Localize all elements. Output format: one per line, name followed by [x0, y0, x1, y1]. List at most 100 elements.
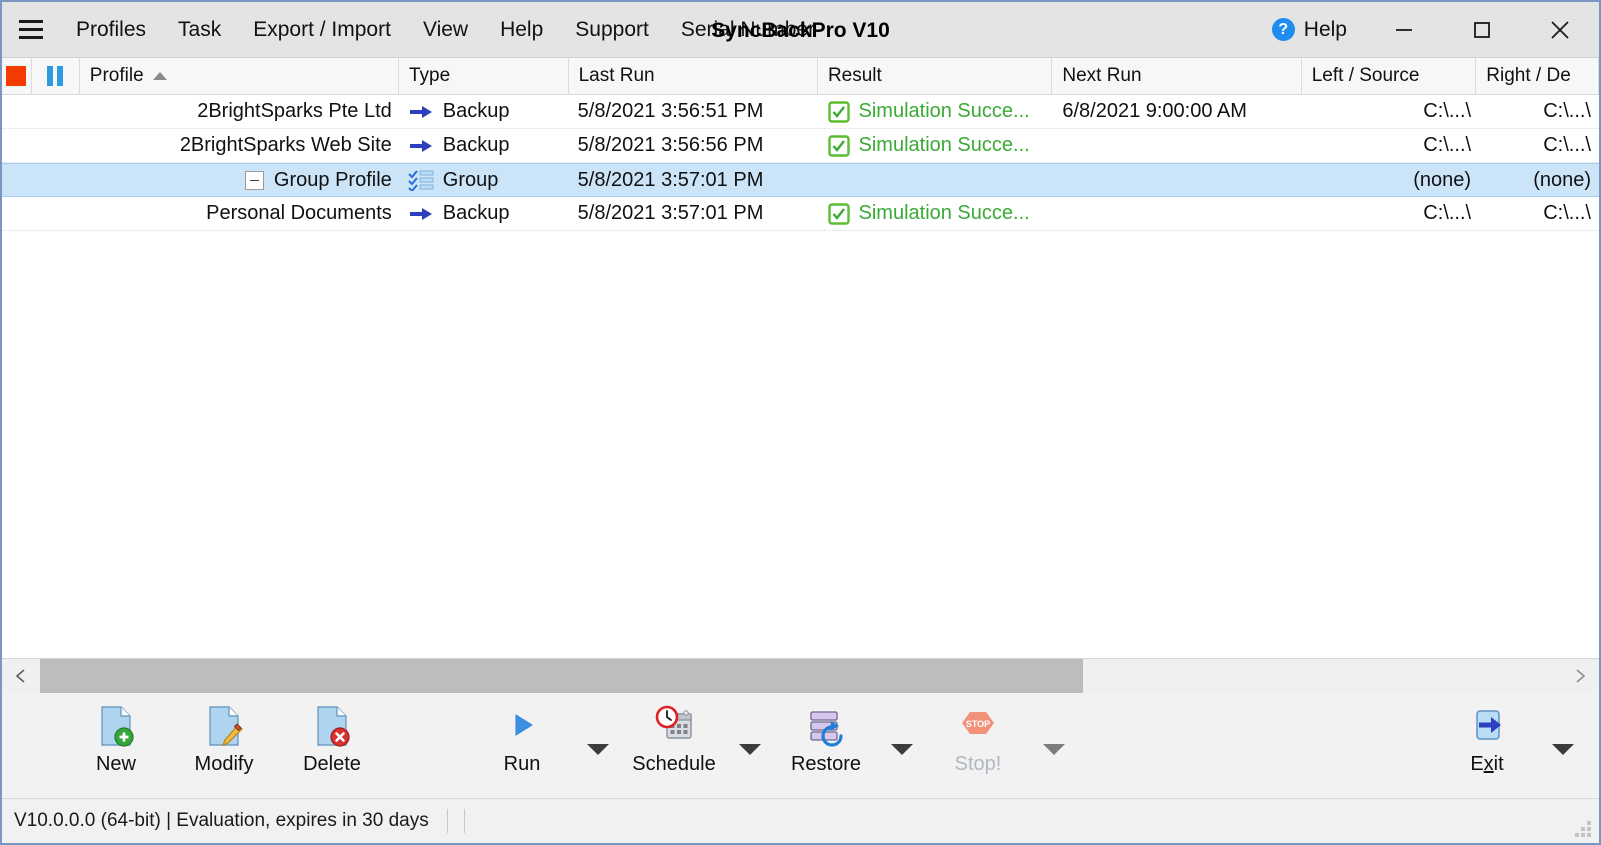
- delete-button[interactable]: Delete: [278, 693, 386, 776]
- row-profile-cell[interactable]: 2BrightSparks Pte Ltd: [80, 100, 400, 123]
- right-dest-value: C:\...\: [1543, 202, 1591, 224]
- row-left-source-cell[interactable]: (none): [1304, 169, 1479, 192]
- column-header-left-source[interactable]: Left / Source: [1302, 58, 1477, 94]
- type-label: Backup: [442, 100, 510, 122]
- table-row[interactable]: 2BrightSparks Pte Ltd Backup 5/8/2021 3:56…: [2, 95, 1599, 129]
- exit-dropdown-caret-icon[interactable]: [1541, 693, 1585, 798]
- row-last-run-cell[interactable]: 5/8/2021 3:56:56 PM: [570, 134, 820, 157]
- pause-icon: [47, 66, 64, 86]
- scrollbar-thumb[interactable]: [40, 659, 1083, 693]
- row-result-cell[interactable]: Simulation Succe...: [820, 134, 1055, 157]
- last-run-value: 5/8/2021 3:56:56 PM: [577, 134, 764, 156]
- column-header-type[interactable]: Type: [399, 58, 569, 94]
- run-button[interactable]: Run: [468, 693, 576, 776]
- column-header-profile[interactable]: Profile: [80, 58, 399, 94]
- type-label: Backup: [442, 134, 510, 156]
- exit-arrow-icon: [1467, 703, 1507, 749]
- menu-item-serial-number[interactable]: Serial Number: [665, 2, 831, 57]
- help-button[interactable]: ? Help: [1254, 18, 1365, 42]
- column-header-pause[interactable]: [32, 58, 80, 94]
- row-left-source-cell[interactable]: C:\...\: [1304, 202, 1479, 225]
- schedule-button-label: Schedule: [632, 753, 716, 775]
- profile-name: 2BrightSparks Web Site: [179, 134, 392, 156]
- status-separator-2: [463, 809, 465, 833]
- column-header-type-label: Type: [408, 65, 451, 86]
- restore-dropdown-caret-icon[interactable]: [880, 693, 924, 798]
- column-header-left-source-label: Left / Source: [1311, 65, 1420, 86]
- menu-item-export-import[interactable]: Export / Import: [237, 2, 407, 57]
- scrollbar-track[interactable]: [40, 659, 1561, 693]
- row-left-source-cell[interactable]: C:\...\: [1304, 100, 1479, 123]
- stop-button: STOP Stop!: [924, 693, 1032, 776]
- row-type-cell[interactable]: Group: [400, 169, 570, 192]
- column-header-right-dest-label: Right / De: [1486, 65, 1571, 86]
- grid-body: 2BrightSparks Pte Ltd Backup 5/8/2021 3:56…: [2, 95, 1599, 658]
- chevron-right-icon[interactable]: [1561, 659, 1599, 693]
- row-next-run-cell[interactable]: 6/8/2021 9:00:00 AM: [1054, 100, 1304, 123]
- status-bar-text: V10.0.0.0 (64-bit) | Evaluation, expires…: [14, 810, 429, 831]
- resize-grip-icon[interactable]: [1575, 821, 1591, 837]
- row-profile-cell[interactable]: Personal Documents: [80, 202, 400, 225]
- row-type-cell[interactable]: Backup: [400, 134, 570, 157]
- menu-item-view[interactable]: View: [407, 2, 484, 57]
- row-right-dest-cell[interactable]: (none): [1479, 169, 1599, 192]
- type-label: Group: [442, 168, 499, 191]
- menu-bar: Profiles Task Export / Import View Help …: [60, 2, 831, 57]
- schedule-calendar-clock-icon: [651, 703, 697, 749]
- stop-sign-icon: STOP: [957, 703, 999, 749]
- menu-item-help[interactable]: Help: [484, 2, 559, 57]
- row-right-dest-cell[interactable]: C:\...\: [1479, 202, 1599, 225]
- menu-item-support[interactable]: Support: [559, 2, 665, 57]
- run-dropdown-caret-icon[interactable]: [576, 693, 620, 798]
- modify-button[interactable]: Modify: [170, 693, 278, 776]
- chevron-left-icon[interactable]: [2, 659, 40, 693]
- row-result-cell[interactable]: Simulation Succe...: [820, 100, 1055, 123]
- result-value: Simulation Succe...: [858, 134, 1030, 156]
- modify-document-icon: [204, 703, 244, 749]
- blue-arrow-icon: [409, 105, 432, 118]
- schedule-button[interactable]: Schedule: [620, 693, 728, 776]
- table-row[interactable]: 2BrightSparks Web Site Backup 5/8/2021 3:5…: [2, 129, 1599, 163]
- menu-item-profiles[interactable]: Profiles: [60, 2, 162, 57]
- column-header-result[interactable]: Result: [818, 58, 1053, 94]
- stop-dropdown-caret-icon[interactable]: [1032, 693, 1076, 798]
- restore-button-label: Restore: [790, 753, 862, 775]
- column-header-stop[interactable]: [2, 58, 32, 94]
- schedule-dropdown-caret-icon[interactable]: [728, 693, 772, 798]
- row-result-cell[interactable]: Simulation Succe...: [820, 202, 1055, 225]
- restore-button[interactable]: Restore: [772, 693, 880, 776]
- minimize-icon[interactable]: [1365, 2, 1443, 57]
- column-header-last-run[interactable]: Last Run: [569, 58, 818, 94]
- new-button[interactable]: New: [62, 693, 170, 776]
- row-right-dest-cell[interactable]: C:\...\: [1479, 100, 1599, 123]
- collapse-expander-icon[interactable]: [244, 170, 264, 190]
- profile-name: Group Profile: [273, 168, 392, 191]
- left-source-value: C:\...\: [1423, 100, 1472, 122]
- title-bar: Profiles Task Export / Import View Help …: [2, 2, 1599, 57]
- last-run-value: 5/8/2021 3:57:01 PM: [577, 202, 764, 224]
- table-row[interactable]: Group Profile Group 5/8/2021 3:57:01 PM (no…: [2, 163, 1599, 197]
- close-icon[interactable]: [1521, 2, 1599, 57]
- table-row[interactable]: Personal Documents Backup 5/8/2021 3:57:01…: [2, 197, 1599, 231]
- horizontal-scrollbar[interactable]: [2, 658, 1599, 693]
- column-header-result-label: Result: [827, 65, 882, 86]
- row-profile-cell[interactable]: Group Profile: [80, 169, 400, 192]
- maximize-icon[interactable]: [1443, 2, 1521, 57]
- hamburger-menu-icon[interactable]: [2, 2, 60, 57]
- exit-button[interactable]: Exit: [1433, 693, 1541, 776]
- row-last-run-cell[interactable]: 5/8/2021 3:56:51 PM: [570, 100, 820, 123]
- menu-item-task[interactable]: Task: [162, 2, 237, 57]
- column-header-last-run-label: Last Run: [578, 65, 655, 86]
- row-last-run-cell[interactable]: 5/8/2021 3:57:01 PM: [570, 202, 820, 225]
- checklist-icon: [408, 170, 434, 191]
- next-run-value: 6/8/2021 9:00:00 AM: [1062, 100, 1247, 122]
- row-profile-cell[interactable]: 2BrightSparks Web Site: [80, 134, 400, 157]
- row-type-cell[interactable]: Backup: [400, 100, 570, 123]
- row-type-cell[interactable]: Backup: [400, 202, 570, 225]
- column-header-right-dest[interactable]: Right / De: [1476, 58, 1599, 94]
- column-header-next-run[interactable]: Next Run: [1052, 58, 1302, 94]
- row-right-dest-cell[interactable]: C:\...\: [1479, 134, 1599, 157]
- row-last-run-cell[interactable]: 5/8/2021 3:57:01 PM: [570, 169, 820, 192]
- row-left-source-cell[interactable]: C:\...\: [1304, 134, 1479, 157]
- stop-square-icon: [6, 66, 27, 86]
